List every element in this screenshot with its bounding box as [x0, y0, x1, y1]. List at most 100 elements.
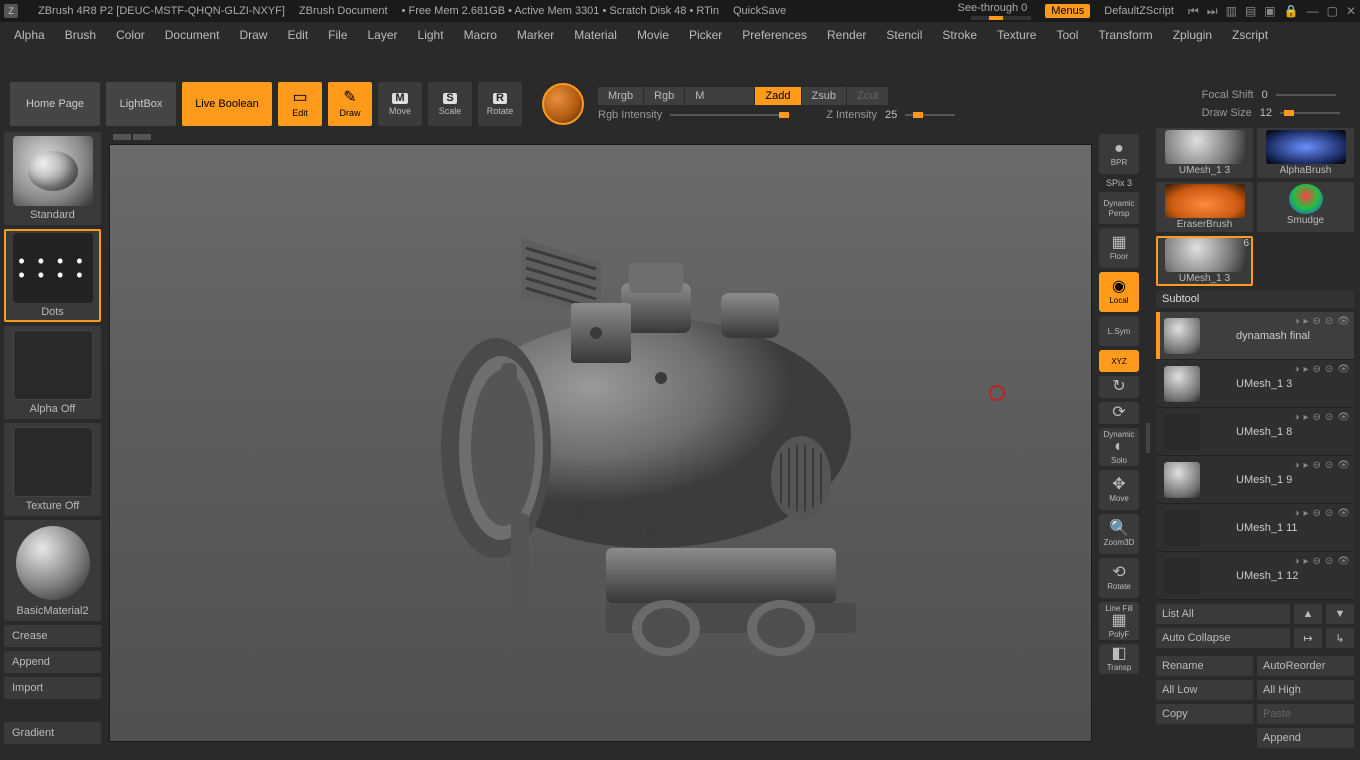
lsym-button[interactable]: L.Sym [1099, 316, 1139, 346]
import-button[interactable]: Import [4, 677, 101, 699]
menu-document[interactable]: Document [155, 24, 230, 46]
viewport-canvas[interactable] [109, 144, 1092, 742]
menu-preferences[interactable]: Preferences [732, 24, 817, 46]
copy-button[interactable]: Copy [1156, 704, 1253, 724]
move-up-button[interactable]: ▲ [1294, 604, 1322, 624]
stroke-selector[interactable]: Dots [4, 229, 101, 322]
dynamic-persp-button[interactable]: DynamicPersp [1099, 192, 1139, 224]
live-boolean-button[interactable]: Live Boolean [182, 82, 272, 126]
intersect-toggle-icon[interactable]: ⊙ [1325, 556, 1333, 567]
menu-material[interactable]: Material [564, 24, 627, 46]
gradient-button[interactable]: Gradient [4, 722, 101, 744]
list-all-button[interactable]: List All [1156, 604, 1290, 624]
subtract-toggle-icon[interactable]: ⊖ [1313, 364, 1321, 375]
all-low-button[interactable]: All Low [1156, 680, 1253, 700]
menu-macro[interactable]: Macro [454, 24, 507, 46]
default-zscript-button[interactable]: DefaultZScript [1104, 5, 1174, 17]
spix-row[interactable]: SPix 3 [1099, 178, 1139, 188]
append-button[interactable]: Append [4, 651, 101, 673]
subtool-panel-header[interactable]: Subtool [1156, 290, 1354, 308]
visibility-eye-icon[interactable]: 👁 [1337, 364, 1350, 375]
zoom3d-button[interactable]: 🔍Zoom3D [1099, 514, 1139, 554]
layout2-icon[interactable]: ▤ [1245, 4, 1256, 18]
rename-button[interactable]: Rename [1156, 656, 1253, 676]
visibility-eye-icon[interactable]: 👁 [1337, 508, 1350, 519]
auto-collapse-button[interactable]: Auto Collapse [1156, 628, 1290, 648]
menu-edit[interactable]: Edit [277, 24, 318, 46]
see-through-label[interactable]: See-through 0 [958, 2, 1028, 14]
edit-mode-button[interactable]: ▭Edit [278, 82, 322, 126]
subtract-toggle-icon[interactable]: ⊖ [1313, 460, 1321, 471]
menu-movie[interactable]: Movie [627, 24, 679, 46]
xyz-button[interactable]: XYZ [1099, 350, 1139, 372]
focal-shift-slider[interactable] [1276, 94, 1336, 96]
tool-alphabrush[interactable]: AlphaBrush [1257, 128, 1354, 178]
polypaint-toggle-icon[interactable]: ◑ [1293, 508, 1299, 519]
menu-transform[interactable]: Transform [1088, 24, 1162, 46]
paste-button[interactable]: Paste [1257, 704, 1354, 724]
layout3-icon[interactable]: ▣ [1264, 4, 1275, 18]
start-toggle-icon[interactable]: ▸ [1303, 556, 1308, 567]
brush-selector[interactable]: Standard [4, 132, 101, 225]
nav-first-icon[interactable]: ⏮ [1188, 4, 1199, 19]
rgb-intensity-slider[interactable] [670, 114, 790, 116]
fold-down-button[interactable]: ↳ [1326, 628, 1354, 648]
rotate-mode-button[interactable]: RRotate [478, 82, 522, 126]
maximize-icon[interactable]: ▢ [1327, 4, 1338, 18]
start-toggle-icon[interactable]: ▸ [1303, 364, 1308, 375]
polyf-button[interactable]: Line Fill▦PolyF [1099, 602, 1139, 640]
texture-selector[interactable]: Texture Off [4, 423, 101, 516]
menu-zscript[interactable]: Zscript [1222, 24, 1278, 46]
menu-texture[interactable]: Texture [987, 24, 1046, 46]
home-page-button[interactable]: Home Page [10, 82, 100, 126]
nav-last-icon[interactable]: ⏭ [1207, 4, 1218, 19]
menu-render[interactable]: Render [817, 24, 876, 46]
mode-mrgb[interactable]: Mrgb [598, 87, 644, 105]
tool-eraserbrush[interactable]: EraserBrush [1156, 182, 1253, 232]
z-intensity-slider[interactable] [905, 114, 955, 116]
mode-zcut[interactable]: Zcut [847, 87, 889, 105]
material-preview-sphere[interactable] [542, 83, 584, 125]
draw-mode-button[interactable]: ✎Draw [328, 82, 372, 126]
subtract-toggle-icon[interactable]: ⊖ [1313, 556, 1321, 567]
visibility-eye-icon[interactable]: 👁 [1337, 316, 1350, 327]
bpr-button[interactable]: ●BPR [1099, 134, 1139, 174]
menu-file[interactable]: File [318, 24, 357, 46]
rot-z-icon[interactable]: ⟳ [1099, 402, 1139, 424]
crease-button[interactable]: Crease [4, 625, 101, 647]
move-down-button[interactable]: ▼ [1326, 604, 1354, 624]
subtool-row-1[interactable]: UMesh_1 3 ◑▸⊖⊙👁 [1156, 360, 1354, 408]
intersect-toggle-icon[interactable]: ⊙ [1325, 364, 1333, 375]
start-toggle-icon[interactable]: ▸ [1303, 460, 1308, 471]
start-toggle-icon[interactable]: ▸ [1303, 508, 1308, 519]
tool-umesh13b-selected[interactable]: 6UMesh_1 3 [1156, 236, 1253, 286]
subtool-row-2[interactable]: UMesh_1 8 ◑▸⊖⊙👁 [1156, 408, 1354, 456]
move-mode-button[interactable]: MMove [378, 82, 422, 126]
menu-brush[interactable]: Brush [55, 24, 106, 46]
subtract-toggle-icon[interactable]: ⊖ [1313, 316, 1321, 327]
menu-color[interactable]: Color [106, 24, 155, 46]
polypaint-toggle-icon[interactable]: ◑ [1293, 412, 1299, 423]
close-icon[interactable]: ✕ [1346, 4, 1356, 18]
menu-layer[interactable]: Layer [358, 24, 408, 46]
menu-draw[interactable]: Draw [229, 24, 277, 46]
polypaint-toggle-icon[interactable]: ◑ [1293, 460, 1299, 471]
subtract-toggle-icon[interactable]: ⊖ [1313, 412, 1321, 423]
draw-size-slider[interactable] [1280, 112, 1340, 114]
nav-rotate-button[interactable]: ⟲Rotate [1099, 558, 1139, 598]
subtool-row-0[interactable]: dynamash final ◑▸⊖⊙👁 [1156, 312, 1354, 360]
autoreorder-button[interactable]: AutoReorder [1257, 656, 1354, 676]
mode-zsub[interactable]: Zsub [802, 87, 847, 105]
intersect-toggle-icon[interactable]: ⊙ [1325, 412, 1333, 423]
menu-zplugin[interactable]: Zplugin [1163, 24, 1222, 46]
lock-icon[interactable]: 🔒 [1284, 4, 1299, 18]
subtract-toggle-icon[interactable]: ⊖ [1313, 508, 1321, 519]
all-high-button[interactable]: All High [1257, 680, 1354, 700]
transp-button[interactable]: ◧Transp [1099, 644, 1139, 674]
intersect-toggle-icon[interactable]: ⊙ [1325, 508, 1333, 519]
append-subtool-button[interactable]: Append [1257, 728, 1354, 748]
floor-button[interactable]: ▦Floor [1099, 228, 1139, 268]
visibility-eye-icon[interactable]: 👁 [1337, 412, 1350, 423]
subtool-row-5[interactable]: UMesh_1 12 ◑▸⊖⊙👁 [1156, 552, 1354, 600]
mode-m[interactable]: M [685, 87, 755, 105]
